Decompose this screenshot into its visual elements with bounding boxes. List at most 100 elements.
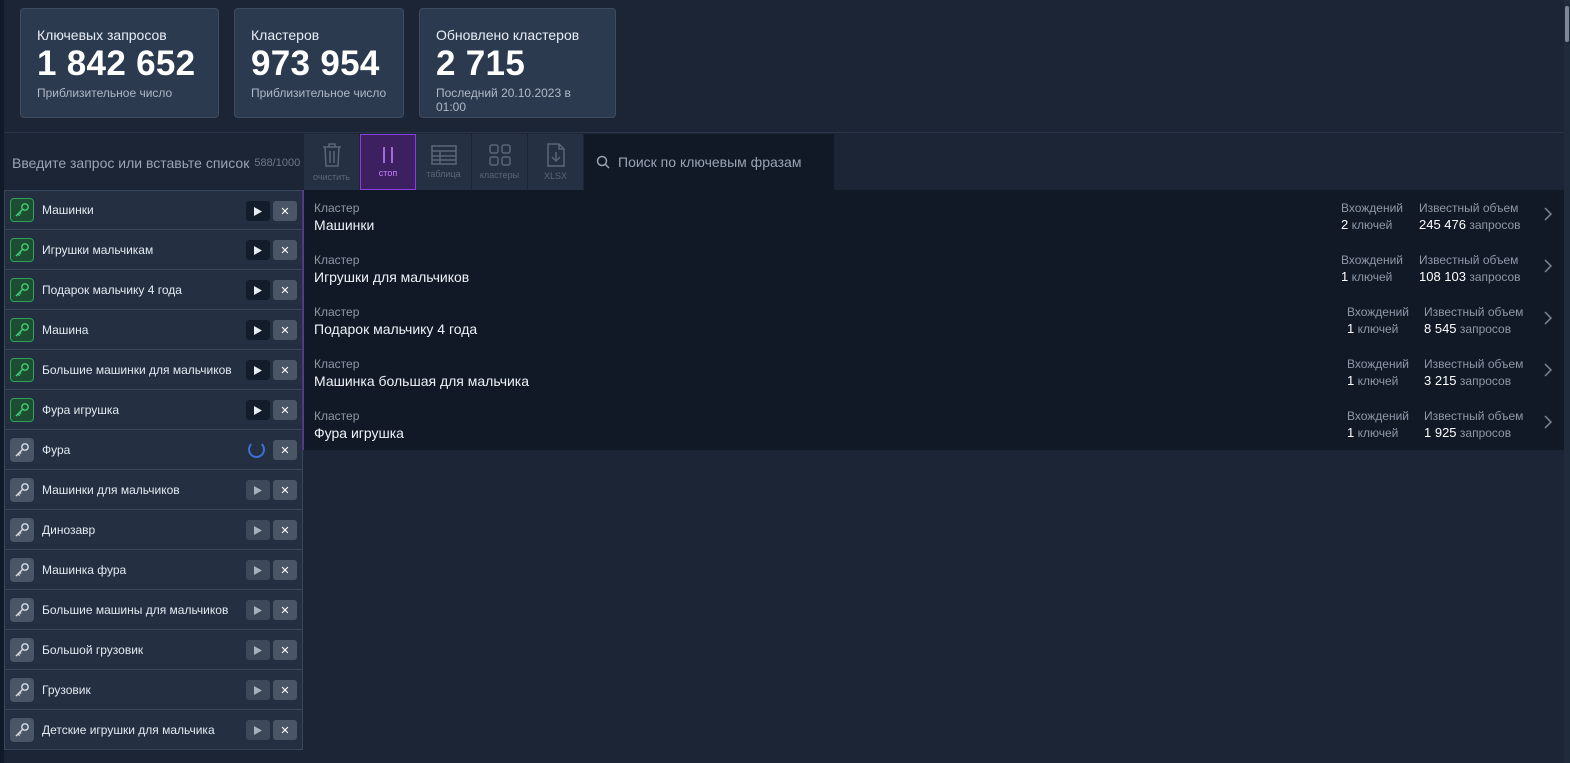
play-icon xyxy=(254,725,262,735)
remove-button[interactable]: ✕ xyxy=(273,440,297,460)
occurrences-value: 1 xyxy=(1347,321,1355,336)
cluster-caption: Кластер xyxy=(314,253,360,267)
play-button[interactable] xyxy=(246,720,270,740)
play-button[interactable] xyxy=(246,360,270,380)
play-button[interactable] xyxy=(246,680,270,700)
keyword-row[interactable]: Фура игрушка ✕ xyxy=(4,390,303,430)
play-button[interactable] xyxy=(246,201,270,221)
keyword-row[interactable]: Большие машины для мальчиков ✕ xyxy=(4,590,303,630)
key-icon xyxy=(10,557,34,582)
keyword-row[interactable]: Подарок мальчику 4 года ✕ xyxy=(4,270,303,310)
chevron-right-icon[interactable] xyxy=(1544,363,1553,382)
cluster-name: Фура игрушка xyxy=(314,425,404,441)
keyword-row[interactable]: Динозавр ✕ xyxy=(4,510,303,550)
cluster-row[interactable]: Кластер Подарок мальчику 4 года Вхождений 1… xyxy=(304,294,1564,346)
play-icon xyxy=(254,245,262,255)
keyword-row[interactable]: Машина ✕ xyxy=(4,310,303,350)
key-icon xyxy=(10,597,34,622)
stat-value: 2 715 xyxy=(436,44,526,83)
chevron-right-icon[interactable] xyxy=(1544,311,1553,330)
cluster-name: Игрушки для мальчиков xyxy=(314,269,470,285)
close-icon: ✕ xyxy=(280,564,290,577)
key-icon xyxy=(10,677,34,702)
play-button[interactable] xyxy=(246,560,270,580)
keyword-row[interactable]: Игрушки мальчикам ✕ xyxy=(4,230,303,270)
remove-button[interactable]: ✕ xyxy=(273,240,297,260)
play-button[interactable] xyxy=(246,480,270,500)
cluster-caption: Кластер xyxy=(314,305,360,319)
stat-title: Кластеров xyxy=(251,27,320,43)
play-button[interactable] xyxy=(246,320,270,340)
remove-button[interactable]: ✕ xyxy=(273,201,297,221)
keyword-search[interactable] xyxy=(584,134,834,190)
play-icon xyxy=(254,565,262,575)
cluster-row[interactable]: Кластер Фура игрушка Вхождений 1 ключей Изве… xyxy=(304,398,1564,450)
volume-value: 3 215 xyxy=(1424,373,1457,388)
search-input[interactable] xyxy=(618,154,828,170)
occurrences-value: 1 xyxy=(1347,425,1355,440)
keyword-label: Фура xyxy=(42,442,71,457)
trash-icon xyxy=(322,143,341,167)
remove-button[interactable]: ✕ xyxy=(273,320,297,340)
remove-button[interactable]: ✕ xyxy=(273,520,297,540)
cluster-row[interactable]: Кластер Игрушки для мальчиков Вхождений 1 к… xyxy=(304,242,1564,294)
remove-button[interactable]: ✕ xyxy=(273,360,297,380)
keyword-row[interactable]: Большие машинки для мальчиков ✕ xyxy=(4,350,303,390)
keyword-row[interactable]: Грузовик ✕ xyxy=(4,670,303,710)
close-icon: ✕ xyxy=(280,404,290,417)
page-scrollbar[interactable] xyxy=(1564,0,1570,763)
volume-value: 245 476 xyxy=(1419,217,1466,232)
chevron-right-icon[interactable] xyxy=(1544,207,1553,226)
play-button[interactable] xyxy=(246,520,270,540)
cluster-list: Кластер Машинки Вхождений 2 ключей Известный… xyxy=(304,190,1564,450)
chevron-right-icon[interactable] xyxy=(1544,259,1553,278)
play-button[interactable] xyxy=(246,600,270,620)
play-button[interactable] xyxy=(246,640,270,660)
clear-label: очистить xyxy=(313,172,350,182)
chevron-right-icon[interactable] xyxy=(1544,415,1553,434)
toolbar: очистить стоп таблица кластеры XLSX xyxy=(304,134,834,190)
remove-button[interactable]: ✕ xyxy=(273,480,297,500)
cluster-row[interactable]: Кластер Машинка большая для мальчика Вхожд… xyxy=(304,346,1564,398)
xlsx-button[interactable]: XLSX xyxy=(528,134,584,190)
close-icon: ✕ xyxy=(280,604,290,617)
table-label: таблица xyxy=(426,169,461,179)
remove-button[interactable]: ✕ xyxy=(273,720,297,740)
keyword-row[interactable]: Фура ✕ xyxy=(4,430,303,470)
remove-button[interactable]: ✕ xyxy=(273,640,297,660)
cluster-occurrences: Вхождений 2 ключей xyxy=(1341,201,1403,232)
volume-label: Известный объем xyxy=(1419,253,1519,267)
keyword-row[interactable]: Детские игрушки для мальчика ✕ xyxy=(4,710,303,750)
clear-button[interactable]: очистить xyxy=(304,134,360,190)
keyword-label: Динозавр xyxy=(42,522,96,537)
play-button[interactable] xyxy=(246,280,270,300)
keys-unit: ключей xyxy=(1357,426,1399,440)
cluster-occurrences: Вхождений 1 ключей xyxy=(1347,409,1409,440)
query-input[interactable]: Введите запрос или вставьте список 588/1… xyxy=(4,135,304,190)
remove-button[interactable]: ✕ xyxy=(273,680,297,700)
table-button[interactable]: таблица xyxy=(416,134,472,190)
remove-button[interactable]: ✕ xyxy=(273,280,297,300)
key-icon xyxy=(10,637,34,662)
keyword-row[interactable]: Большой грузовик ✕ xyxy=(4,630,303,670)
play-button[interactable] xyxy=(246,240,270,260)
keyword-row[interactable]: Машинки ✕ xyxy=(4,190,303,230)
remove-button[interactable]: ✕ xyxy=(273,560,297,580)
stop-button[interactable]: стоп xyxy=(360,134,416,190)
cluster-row[interactable]: Кластер Машинки Вхождений 2 ключей Известный… xyxy=(304,190,1564,242)
key-icon xyxy=(10,717,34,742)
page-scrollbar-thumb[interactable] xyxy=(1565,6,1569,42)
play-button[interactable] xyxy=(246,400,270,420)
remove-button[interactable]: ✕ xyxy=(273,600,297,620)
loading-spinner xyxy=(248,441,265,458)
cluster-caption: Кластер xyxy=(314,409,360,423)
pause-icon xyxy=(383,147,393,163)
keyword-row[interactable]: Машинки для мальчиков ✕ xyxy=(4,470,303,510)
keyword-row[interactable]: Машинка фура ✕ xyxy=(4,550,303,590)
keys-unit: ключей xyxy=(1357,322,1399,336)
remove-button[interactable]: ✕ xyxy=(273,400,297,420)
close-icon: ✕ xyxy=(280,644,290,657)
clusters-button[interactable]: кластеры xyxy=(472,134,528,190)
volume-value: 1 925 xyxy=(1424,425,1457,440)
stop-label: стоп xyxy=(378,168,398,178)
